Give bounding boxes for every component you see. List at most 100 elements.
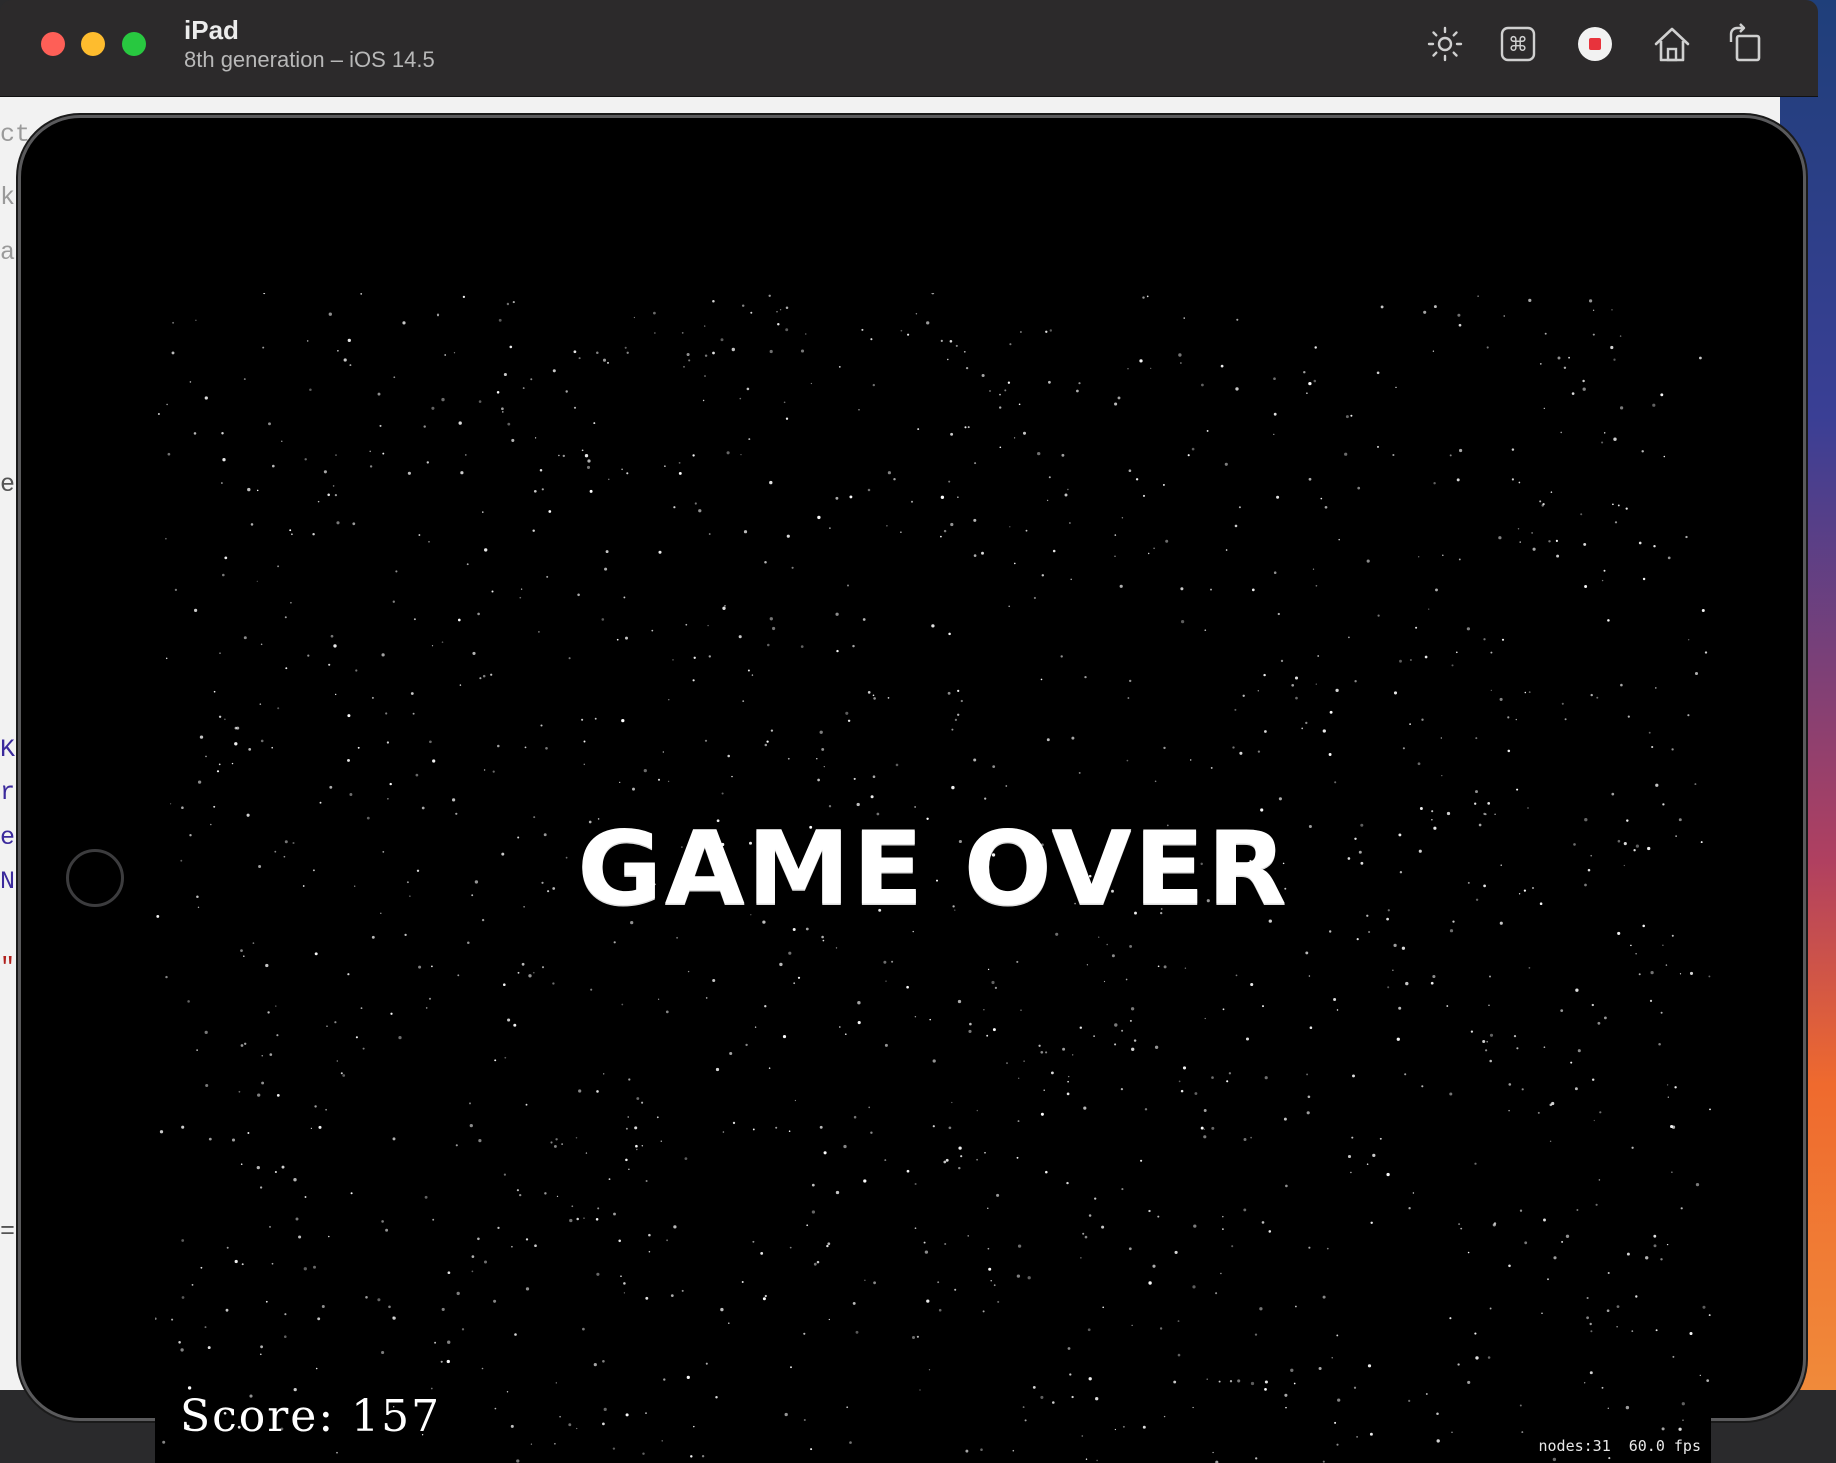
star: [968, 1029, 972, 1033]
hardware-home-button[interactable]: [66, 849, 124, 907]
star: [1451, 1431, 1453, 1433]
star: [276, 1034, 279, 1037]
star: [387, 797, 389, 800]
star: [1507, 716, 1510, 719]
brightness-icon[interactable]: [1423, 22, 1467, 66]
star: [256, 489, 259, 492]
star: [444, 354, 447, 356]
star: [267, 1011, 270, 1014]
star: [1250, 1381, 1255, 1386]
star: [1264, 1380, 1268, 1384]
star: [1180, 362, 1182, 364]
star: [915, 313, 918, 315]
star: [1701, 609, 1705, 612]
home-icon[interactable]: [1650, 22, 1694, 66]
star: [514, 1333, 517, 1336]
star: [1264, 730, 1267, 733]
star: [221, 482, 223, 484]
star: [636, 1148, 638, 1151]
star: [447, 1340, 451, 1344]
star: [585, 1152, 588, 1154]
star: [460, 471, 464, 475]
star: [1449, 1092, 1453, 1096]
star: [1513, 1034, 1517, 1038]
star: [811, 1183, 815, 1187]
star: [1550, 491, 1553, 493]
star: [928, 1369, 931, 1371]
star: [1203, 1128, 1205, 1130]
star: [1070, 578, 1072, 581]
star: [1024, 1419, 1027, 1422]
star: [1672, 1355, 1675, 1358]
star: [457, 974, 460, 977]
star: [1651, 745, 1654, 749]
star: [534, 1244, 537, 1248]
star: [1192, 1406, 1194, 1409]
star: [181, 1296, 185, 1299]
star: [393, 376, 396, 379]
star: [1022, 1406, 1025, 1409]
star: [269, 1225, 271, 1228]
star: [1655, 783, 1659, 787]
star: [602, 1422, 605, 1426]
star: [178, 1341, 181, 1344]
star: [856, 802, 860, 807]
star: [576, 1217, 579, 1221]
star: [1430, 981, 1434, 985]
star: [1661, 1427, 1665, 1431]
star: [1433, 305, 1437, 309]
star: [482, 674, 486, 678]
star: [951, 785, 955, 790]
star: [576, 1427, 578, 1430]
star: [1528, 298, 1532, 303]
star: [1215, 1292, 1218, 1295]
star: [1049, 329, 1053, 332]
star: [752, 1128, 755, 1131]
star: [1488, 1004, 1490, 1007]
star: [1178, 353, 1182, 357]
star: [986, 1034, 989, 1037]
star: [965, 366, 969, 370]
star: [954, 718, 958, 722]
star: [171, 1318, 174, 1321]
close-button[interactable]: [41, 32, 65, 56]
star: [1607, 619, 1610, 622]
star: [766, 740, 769, 743]
star: [1660, 1258, 1663, 1261]
star: [1565, 1234, 1570, 1238]
star: [603, 1073, 605, 1075]
star: [828, 805, 832, 808]
star: [1490, 689, 1492, 692]
star: [1329, 710, 1333, 714]
command-icon[interactable]: ⌘: [1496, 22, 1540, 66]
star: [1191, 447, 1195, 451]
star: [981, 373, 985, 378]
minimize-button[interactable]: [81, 32, 105, 56]
star: [431, 965, 433, 968]
star: [1239, 751, 1243, 755]
star: [1488, 975, 1492, 978]
star: [822, 939, 825, 942]
rotate-icon[interactable]: [1723, 22, 1767, 66]
star: [1094, 1197, 1097, 1200]
star: [938, 1308, 942, 1312]
star: [528, 974, 532, 978]
star: [503, 1173, 506, 1176]
zoom-button[interactable]: [122, 32, 146, 56]
star: [1617, 931, 1621, 935]
star: [553, 1144, 557, 1148]
star: [240, 1163, 243, 1165]
star: [556, 1195, 559, 1198]
star: [1220, 364, 1224, 368]
star: [516, 1459, 520, 1463]
star: [469, 1123, 473, 1128]
record-icon[interactable]: [1573, 22, 1617, 66]
game-screen[interactable]: GAME OVER Score: 157 nodes:31 60.0 fps: [155, 293, 1711, 1463]
star: [319, 801, 322, 804]
star: [594, 717, 597, 720]
star: [704, 325, 706, 327]
star: [347, 758, 350, 762]
star: [626, 351, 629, 354]
star: [792, 928, 796, 931]
star: [1046, 738, 1050, 742]
